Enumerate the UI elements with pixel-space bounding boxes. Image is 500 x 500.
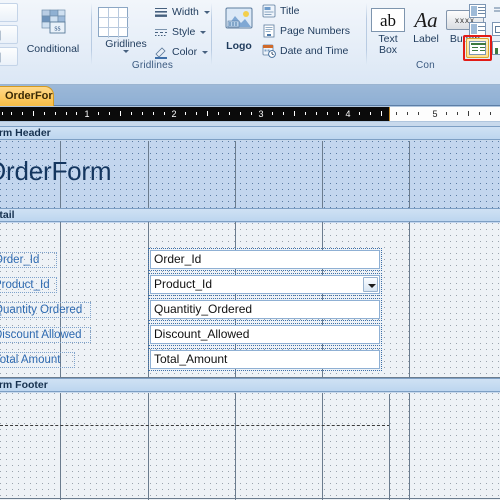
partial-button-2[interactable]	[0, 25, 18, 44]
svg-text:ss: ss	[54, 24, 60, 33]
ribbon-divider	[366, 3, 367, 65]
section-body-form-footer[interactable]	[0, 393, 500, 500]
ruler-number-1: 1	[84, 109, 90, 119]
page-numbers-icon	[263, 24, 275, 38]
horizontal-ruler[interactable]: 1 2 3 4 5	[0, 106, 500, 122]
document-tab-strip: OrderForm	[0, 85, 500, 106]
gridlines-icon	[98, 7, 129, 38]
chevron-down-icon[interactable]	[203, 10, 210, 14]
conditional-formatting-icon: ss	[41, 9, 66, 34]
ribbon-divider	[211, 3, 212, 65]
conditional-formatting-button[interactable]: ss Conditional	[22, 9, 84, 55]
section-bar-form-header[interactable]: Form Header	[0, 126, 500, 140]
section-bar-form-footer[interactable]: Form Footer	[0, 378, 500, 392]
ribbon: ss Conditional Gridlines Width Style Col…	[0, 0, 500, 85]
footer-right-boundary	[389, 394, 390, 500]
conditional-button-label: Conditional	[26, 43, 80, 55]
ribbon-group-header-footer: Logo Title Page Numbers Date and Time	[216, 0, 364, 72]
logo-icon	[225, 7, 253, 29]
ruler-number-5: 5	[432, 109, 438, 119]
logo-button[interactable]: Logo	[216, 6, 262, 52]
line-width-icon	[155, 8, 167, 17]
title-icon	[262, 4, 276, 18]
ruler-number-3: 3	[258, 109, 264, 119]
gridlines-button[interactable]: Gridlines	[98, 7, 154, 53]
gridlines-width-label: Width	[172, 6, 199, 18]
label-product-id[interactable]: Product_Id	[0, 277, 57, 293]
gridlines-style-label: Style	[172, 26, 196, 38]
table-icon	[0, 52, 1, 63]
controls-highlight-box	[463, 35, 492, 61]
ruler-unselected-region: 5	[390, 107, 500, 121]
chevron-down-icon[interactable]	[123, 50, 129, 53]
text-box-icon: ab	[371, 8, 405, 32]
combobox-product-id-value: Product_Id	[154, 277, 213, 291]
title-button-label: Title	[280, 5, 300, 17]
label-button[interactable]: Aa Label	[406, 8, 446, 45]
gridlines-color-label: Color	[172, 46, 198, 58]
gridlines-width-menu[interactable]: Width	[154, 5, 210, 19]
checkbox-control-icon[interactable]	[492, 22, 500, 36]
textbox-order-id[interactable]: Order_Id	[148, 248, 382, 271]
footer-resize-guide[interactable]	[0, 425, 390, 426]
paint-color-icon	[155, 47, 167, 59]
textbox-total-amount[interactable]: Total_Amount	[148, 348, 382, 371]
combobox-product-id[interactable]: Product_Id	[148, 273, 382, 296]
date-and-time-button[interactable]: Date and Time	[262, 44, 348, 58]
date-and-time-button-label: Date and Time	[280, 45, 349, 57]
title-button[interactable]: Title	[262, 4, 299, 18]
label-total-amount[interactable]: Total Amount	[0, 352, 75, 368]
text-box-button[interactable]: ab Text Box	[368, 8, 408, 56]
section-bar-detail[interactable]: Detail	[0, 208, 500, 222]
ribbon-group-controls: ab Text Box Aa Label xxxx Button Con	[370, 0, 500, 72]
partial-button-3[interactable]	[0, 47, 18, 66]
date-time-icon	[262, 44, 276, 58]
controls-group-label: Con	[416, 60, 435, 71]
chevron-down-icon[interactable]	[200, 30, 207, 34]
label-quantity-ordered[interactable]: Quantity Ordered	[0, 302, 91, 318]
form-title-control[interactable]: OrderForm	[0, 156, 112, 186]
text-box-icon-text: ab	[379, 11, 397, 30]
logo-button-label: Logo	[226, 40, 252, 52]
gridlines-color-menu[interactable]: Color	[154, 45, 209, 59]
label-icon-text: Aa	[414, 8, 438, 32]
ruler-number-4: 4	[345, 109, 351, 119]
image-icon	[0, 30, 1, 41]
document-tab-orderform[interactable]: OrderForm	[0, 86, 54, 106]
ruler-selected-region: 1 2 3 4	[0, 107, 390, 121]
page-numbers-button[interactable]: Page Numbers	[262, 24, 350, 38]
text-box-button-label-line2: Box	[378, 44, 398, 56]
chart-control-icon[interactable]	[492, 41, 500, 55]
gridlines-style-menu[interactable]: Style	[154, 25, 207, 39]
partial-button-1[interactable]	[0, 3, 18, 22]
textbox-quantity-ordered[interactable]: Quantitiy_Ordered	[148, 298, 382, 321]
label-discount-allowed[interactable]: Discount Allowed	[0, 327, 91, 343]
label-button-label: Label	[413, 33, 439, 45]
chevron-down-icon[interactable]	[363, 277, 378, 292]
form-design-canvas[interactable]: Form Header OrderForm Detail Order_Id Pr…	[0, 122, 500, 500]
list-box-control-icon[interactable]	[469, 4, 486, 18]
ruler-number-2: 2	[171, 109, 177, 119]
textbox-discount-allowed[interactable]: Discount_Allowed	[148, 323, 382, 346]
line-style-icon	[155, 29, 167, 36]
gridlines-group-label: Gridlines	[131, 60, 174, 71]
gridlines-button-label: Gridlines	[105, 38, 147, 50]
ribbon-group-gridlines: Gridlines Width Style Color Gridlines	[96, 0, 210, 72]
ribbon-divider	[91, 3, 92, 65]
chart-icon	[0, 7, 1, 20]
access-form-design-window: ss Conditional Gridlines Width Style Col…	[0, 0, 500, 500]
combo-box-control-icon[interactable]	[469, 22, 486, 36]
label-icon: Aa	[408, 8, 444, 32]
label-order-id[interactable]: Order_Id	[0, 252, 57, 268]
gallery-more-icon[interactable]	[492, 4, 500, 16]
chevron-down-icon[interactable]	[202, 50, 209, 54]
page-numbers-button-label: Page Numbers	[280, 25, 351, 37]
